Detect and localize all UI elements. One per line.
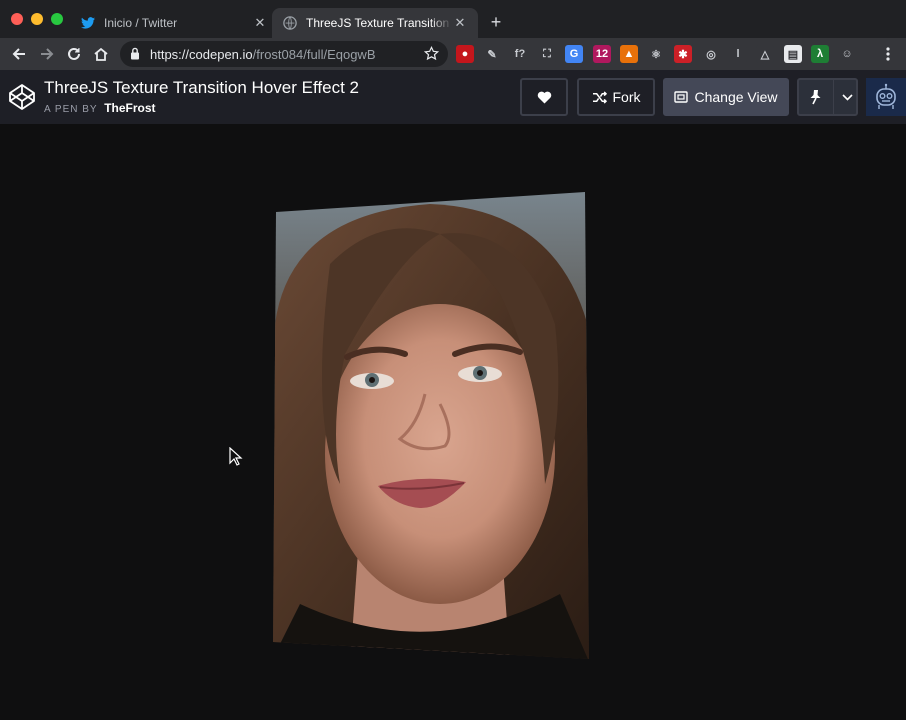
tab-title: Inicio / Twitter: [104, 16, 178, 30]
forward-button[interactable]: [35, 42, 59, 66]
pin-button-group: [797, 78, 858, 116]
pin-button[interactable]: [799, 80, 834, 114]
arrow-left-icon: [12, 48, 25, 60]
new-tab-button[interactable]: +: [486, 12, 506, 32]
browser-tab-twitter[interactable]: Inicio / Twitter ✕: [76, 8, 272, 38]
pen-author-link[interactable]: TheFrost: [104, 101, 155, 115]
pen-preview-stage: [0, 124, 906, 720]
profile-ext-icon[interactable]: ☺: [838, 45, 856, 63]
window-close-button[interactable]: [11, 13, 23, 25]
change-view-button[interactable]: Change View: [663, 78, 789, 116]
reload-button[interactable]: [62, 42, 86, 66]
triangle-ext-icon[interactable]: △: [756, 45, 774, 63]
byline-prefix: A PEN BY: [44, 104, 98, 115]
fork-button[interactable]: Fork: [577, 78, 655, 116]
translate-icon[interactable]: G: [565, 45, 583, 63]
fork-label: Fork: [612, 89, 641, 105]
bookmark-star-icon[interactable]: [423, 45, 440, 66]
browser-tabstrip: Inicio / Twitter ✕ ThreeJS Texture Trans…: [0, 0, 906, 38]
window-maximize-button[interactable]: [51, 13, 63, 25]
browser-toolbar: https://codepen.io/frost084/full/EqogwB …: [0, 38, 906, 70]
pen-title: ThreeJS Texture Transition Hover Effect …: [44, 78, 359, 97]
ublock-icon[interactable]: ●: [456, 45, 474, 63]
tab-close-icon[interactable]: ✕: [252, 15, 268, 31]
react-devtools-icon[interactable]: ⚛: [647, 45, 665, 63]
tab-title: ThreeJS Texture Transition Hover Effect …: [306, 16, 452, 30]
home-button[interactable]: [89, 42, 113, 66]
badge-ext-icon[interactable]: 12: [593, 45, 611, 63]
love-button[interactable]: [520, 78, 568, 116]
url-text: https://codepen.io/frost084/full/EqogwB: [150, 47, 376, 62]
home-icon: [94, 47, 108, 61]
lock-icon: [130, 47, 140, 65]
formula-icon[interactable]: f?: [511, 45, 529, 63]
lambda-ext-icon[interactable]: λ: [811, 45, 829, 63]
pen-tool-icon[interactable]: ✎: [483, 45, 501, 63]
fork-icon: [592, 90, 607, 104]
address-bar[interactable]: https://codepen.io/frost084/full/EqogwB: [120, 41, 448, 67]
browser-menu-button[interactable]: [876, 42, 900, 66]
font-ext-icon[interactable]: l: [729, 45, 747, 63]
heart-icon: [537, 91, 551, 104]
back-button[interactable]: [7, 42, 31, 66]
webgl-portrait-canvas[interactable]: [0, 124, 906, 720]
screenshot-icon[interactable]: ⛶: [538, 45, 556, 63]
note-ext-icon[interactable]: ▤: [784, 45, 802, 63]
lastpass-icon[interactable]: ✱: [674, 45, 692, 63]
target-icon[interactable]: ◎: [702, 45, 720, 63]
url-path: /frost084/full/EqogwB: [252, 47, 376, 62]
change-view-label: Change View: [694, 89, 778, 105]
tab-close-icon[interactable]: ✕: [452, 15, 468, 31]
browser-tab-codepen[interactable]: ThreeJS Texture Transition Hover Effect …: [272, 8, 478, 38]
pin-dropdown-button[interactable]: [840, 93, 856, 101]
codepen-logo-icon[interactable]: [8, 83, 36, 116]
url-domain: https://codepen.io: [150, 47, 253, 62]
window-minimize-button[interactable]: [31, 13, 43, 25]
fire-ext-icon[interactable]: ▲: [620, 45, 638, 63]
pen-byline: A PEN BY TheFrost: [44, 101, 156, 115]
user-avatar[interactable]: [866, 78, 906, 116]
chevron-down-icon: [842, 93, 853, 101]
kebab-menu-icon: [886, 47, 890, 61]
mouse-cursor-icon: [229, 447, 243, 466]
reload-icon: [68, 47, 80, 60]
pin-icon: [810, 90, 821, 105]
change-view-icon: [674, 91, 689, 103]
arrow-right-icon: [41, 48, 54, 60]
codepen-header: ThreeJS Texture Transition Hover Effect …: [0, 70, 906, 124]
twitter-icon: [80, 15, 96, 31]
codepen-tab-icon: [282, 15, 298, 31]
robot-avatar-icon: [876, 83, 896, 109]
